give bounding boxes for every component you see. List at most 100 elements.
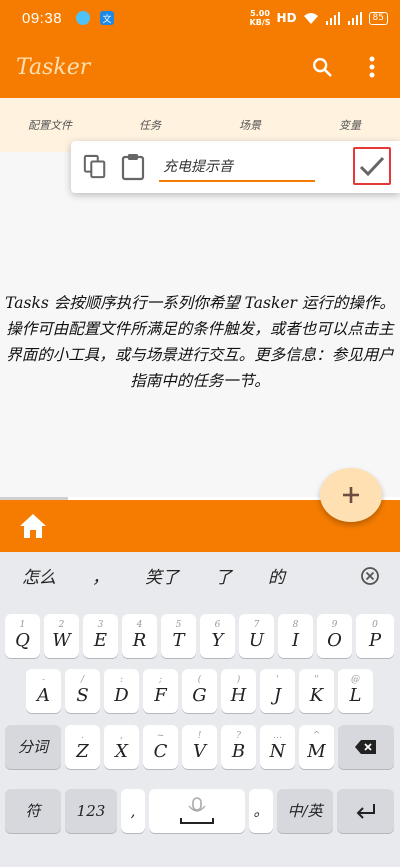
key-t[interactable]: 5T <box>161 614 196 658</box>
key-z[interactable]: .Z <box>65 725 100 769</box>
key-w[interactable]: 2W <box>44 614 79 658</box>
key-main: F <box>154 685 167 706</box>
net-speed-value: 5.00 <box>250 9 270 18</box>
key-sub: : <box>119 675 124 685</box>
enter-key[interactable] <box>337 789 394 833</box>
key-main: D <box>114 685 129 706</box>
tab-scenes[interactable]: 场景 <box>200 117 300 133</box>
confirm-button[interactable] <box>353 147 391 185</box>
key-c[interactable]: ~ C <box>143 725 178 769</box>
key-y[interactable]: 6Y <box>200 614 235 658</box>
space-key[interactable] <box>149 789 245 833</box>
notification-dot-icon <box>76 11 91 25</box>
key-main: P <box>368 630 382 651</box>
key-main: N <box>269 741 286 762</box>
add-task-fab[interactable] <box>320 468 382 522</box>
key-q[interactable]: 1Q <box>5 614 40 658</box>
key-main: 。 <box>253 802 269 820</box>
close-circle-icon[interactable] <box>360 566 380 590</box>
key-k[interactable]: " K <box>299 669 334 713</box>
key-sub: 8 <box>292 620 299 630</box>
key-a[interactable]: -A <box>26 669 61 713</box>
battery-indicator: 85 <box>368 11 388 25</box>
tab-profiles[interactable]: 配置文件 <box>0 117 100 133</box>
backspace-key[interactable] <box>338 725 394 769</box>
key-sub: ~ <box>156 731 165 741</box>
key-j[interactable]: ' J <box>260 669 295 713</box>
copy-icon[interactable] <box>83 154 107 179</box>
key-sub: ) <box>236 675 241 685</box>
net-speed-unit: KB/S <box>249 18 271 27</box>
key-main: C <box>153 741 168 762</box>
key-b[interactable]: ? B <box>221 725 256 769</box>
key-sub: 5 <box>175 620 182 630</box>
enter-icon <box>356 804 375 819</box>
key-r[interactable]: 4R <box>122 614 157 658</box>
key-main: A <box>37 685 50 706</box>
key-sub: 7 <box>253 620 260 630</box>
key-main: 中/英 <box>287 802 323 820</box>
key-main: K <box>309 685 324 706</box>
key-x[interactable]: ,X <box>104 725 139 769</box>
key-main: T <box>172 630 185 651</box>
key-p[interactable]: 0P <box>356 614 394 658</box>
candidate-item[interactable]: 的 <box>268 563 285 588</box>
key-main: G <box>192 685 207 706</box>
keyboard-row-2: -A / S :D ; F (G ) H ' J " K @ L <box>0 669 400 714</box>
lang-switch-key[interactable]: 中/英 <box>277 789 333 833</box>
candidate-item[interactable]: ， <box>92 563 109 588</box>
key-l[interactable]: @ L <box>338 669 373 713</box>
symbol-key[interactable]: 符 <box>5 789 61 833</box>
key-e[interactable]: 3E <box>83 614 118 658</box>
key-main: E <box>93 630 108 651</box>
tab-variables[interactable]: 变量 <box>300 117 400 133</box>
more-vert-icon[interactable] <box>360 55 384 79</box>
key-sub: 9 <box>331 620 338 630</box>
candidate-item[interactable]: 怎么 <box>22 563 56 588</box>
key-v[interactable]: ! V <box>182 725 217 769</box>
tab-tasks[interactable]: 任务 <box>100 117 200 133</box>
key-main: 符 <box>25 802 41 820</box>
number-key[interactable]: 123 <box>65 789 117 833</box>
key-o[interactable]: 9O <box>317 614 352 658</box>
status-indicators: 5.00 KB/S HD 85 <box>250 9 388 27</box>
key-m[interactable]: ^ M <box>299 725 334 769</box>
fenci-key[interactable]: 分词 <box>5 725 61 769</box>
key-sub: ( <box>197 675 202 685</box>
key-main: S <box>76 685 89 706</box>
microphone-icon <box>180 797 214 824</box>
key-main: X <box>115 741 128 762</box>
key-s[interactable]: / S <box>65 669 100 713</box>
key-main: Q <box>15 630 30 651</box>
app-bar: Tasker <box>0 36 400 98</box>
screen: 09:38 文 5.00 KB/S HD 85 Tasker 配置文件 任务 场… <box>0 0 400 867</box>
keyboard-row-3: 分词 .Z ,X ~ C ! V ? B … N ^ M <box>0 725 400 770</box>
candidate-item[interactable]: 了 <box>215 563 232 588</box>
key-f[interactable]: ; F <box>143 669 178 713</box>
key-main: R <box>132 630 147 651</box>
key-main: 123 <box>76 802 106 820</box>
task-name-input[interactable] <box>159 152 315 182</box>
search-icon[interactable] <box>310 55 334 79</box>
tasks-description: Tasks 会按顺序执行一系列你希望 Tasker 运行的操作。操作可由配置文件… <box>5 294 395 390</box>
key-n[interactable]: … N <box>260 725 295 769</box>
keyboard-row-1: 1Q 2W 3E 4R 5T 6Y 7U 8I 9O 0P <box>0 614 400 659</box>
home-icon[interactable] <box>18 511 48 541</box>
key-u[interactable]: 7U <box>239 614 274 658</box>
clipboard-icon[interactable] <box>121 154 145 181</box>
key-main: H <box>230 685 247 706</box>
key-sub: , <box>120 731 123 741</box>
key-main: W <box>52 630 71 651</box>
key-h[interactable]: ) H <box>221 669 256 713</box>
period-key[interactable]: 。 <box>249 789 273 833</box>
candidate-bar: 怎么 ， 笑了 了 的 <box>0 552 400 598</box>
candidate-item[interactable]: 笑了 <box>145 563 179 588</box>
key-g[interactable]: (G <box>182 669 217 713</box>
key-main: B <box>231 741 246 762</box>
comma-key[interactable]: , <box>121 789 145 833</box>
key-sub: ' <box>276 675 279 685</box>
key-main: U <box>248 630 265 651</box>
task-name-popup <box>71 141 400 193</box>
key-i[interactable]: 8I <box>278 614 313 658</box>
key-d[interactable]: :D <box>104 669 139 713</box>
